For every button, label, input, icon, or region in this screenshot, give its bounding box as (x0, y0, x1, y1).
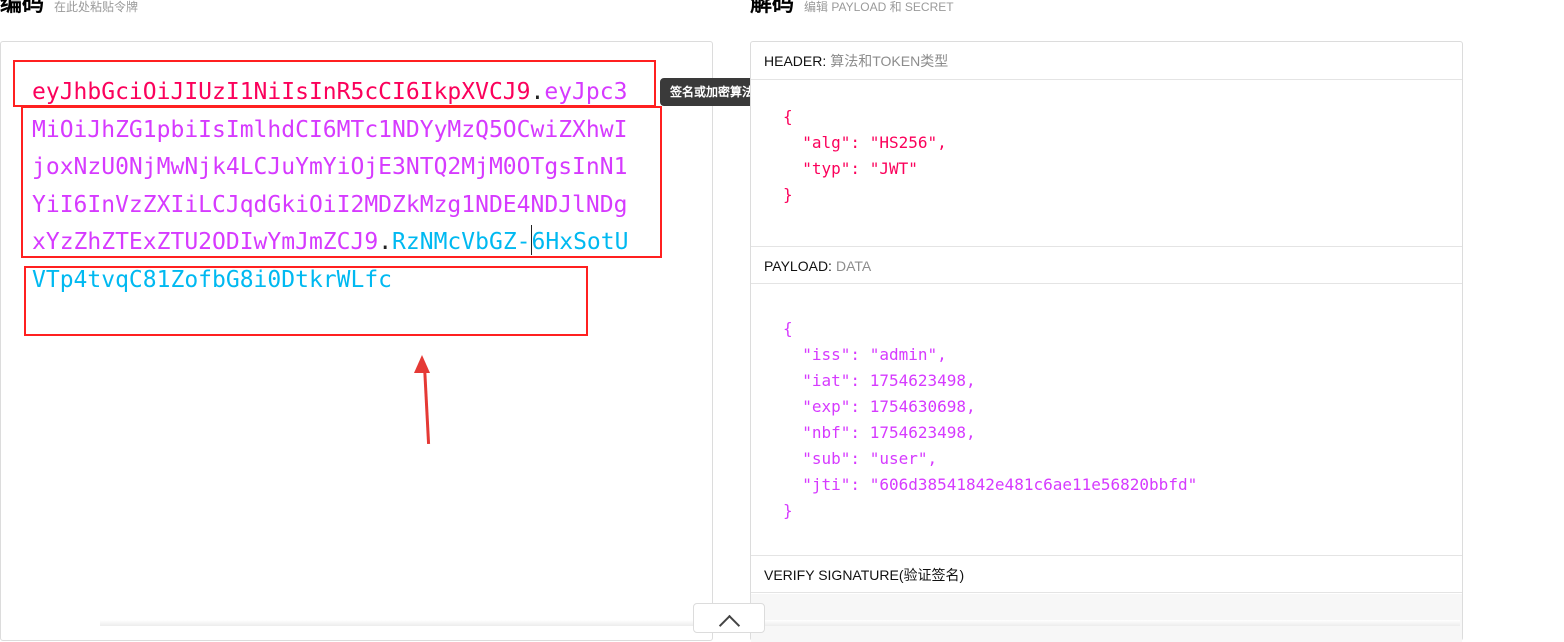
arrow-up-icon (414, 355, 430, 373)
payload-label: PAYLOAD: (764, 258, 832, 274)
payload-sublabel: DATA (835, 258, 872, 274)
encoded-heading: 编码 在此处粘贴令牌 (0, 0, 138, 18)
decoded-heading: 解码 编辑 PAYLOAD 和 SECRET (750, 0, 954, 18)
decoded-panel: HEADER: 算法和TOKEN类型 { "alg": "HS256", "typ… (750, 41, 1463, 642)
verify-label: VERIFY SIGNATURE(验证签名) (764, 567, 965, 583)
bottom-shadow (100, 620, 1460, 626)
decoded-title: 解码 (750, 0, 795, 16)
verify-signature-body[interactable] (751, 594, 1462, 642)
algorithm-tooltip: 签名或加密算法 (660, 78, 771, 106)
header-json-editor[interactable]: { "alg": "HS256", "typ": "JWT" } (783, 104, 947, 208)
header-label: HEADER: (764, 53, 827, 69)
scroll-up-button[interactable] (693, 603, 765, 637)
encoded-subtitle: 在此处粘贴令牌 (54, 0, 139, 14)
annotation-box-header (13, 60, 656, 107)
header-sublabel: 算法和TOKEN类型 (830, 53, 949, 69)
annotation-box-payload (21, 106, 662, 258)
annotation-box-signature (24, 266, 588, 336)
payload-json-editor[interactable]: { "iss": "admin", "iat": 1754623498, "ex… (783, 316, 1197, 524)
encoded-title: 编码 (0, 0, 45, 16)
decoded-subtitle: 编辑 PAYLOAD 和 SECRET (804, 0, 954, 14)
verify-signature-title: VERIFY SIGNATURE(验证签名) (751, 555, 1462, 593)
header-section-title: HEADER: 算法和TOKEN类型 (751, 42, 1462, 80)
payload-section-title: PAYLOAD: DATA (751, 246, 1462, 284)
